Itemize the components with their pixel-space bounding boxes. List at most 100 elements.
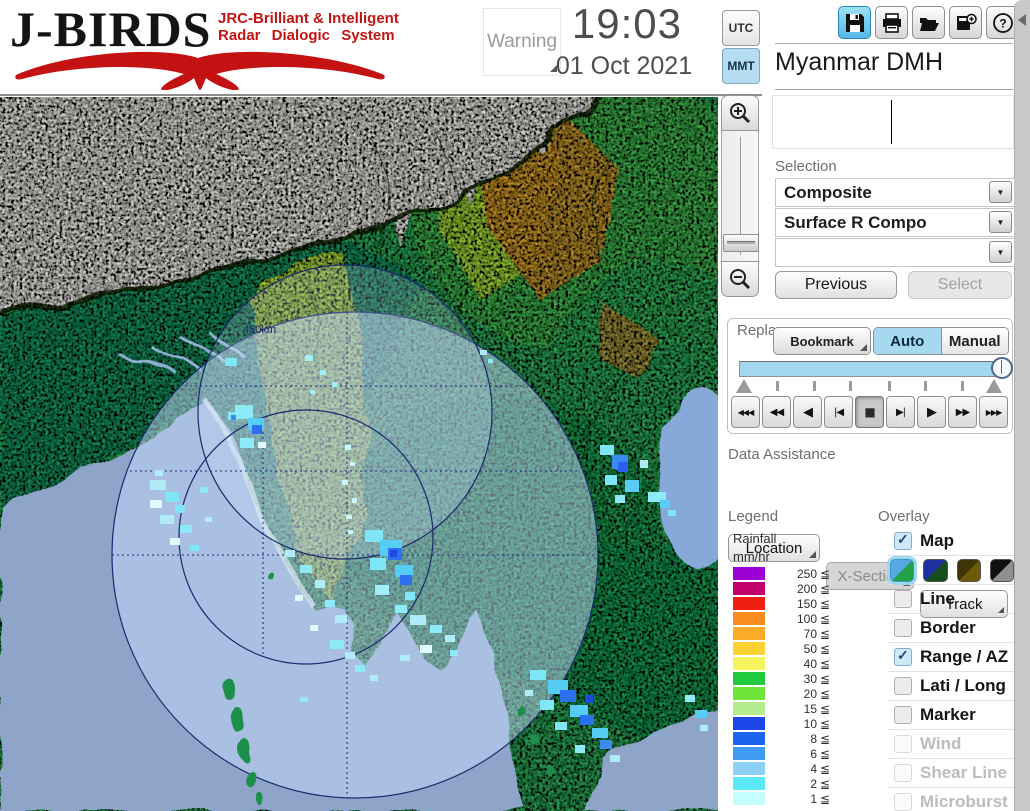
utc-label: UTC	[728, 21, 754, 35]
step-forward-button[interactable]: ▶|	[886, 396, 915, 428]
replay-slider-handle[interactable]	[991, 357, 1013, 379]
legend-color-swatch	[733, 777, 765, 790]
overlay-item-shear-line: ✓ Shear Line	[888, 759, 1014, 788]
step-back-button[interactable]: |◀	[824, 396, 853, 428]
legend-color-swatch	[733, 612, 765, 625]
slider-tick	[961, 381, 964, 391]
clock-time: 19:03	[571, 0, 682, 47]
mmt-label: MMT	[727, 59, 755, 73]
save-button[interactable]	[838, 6, 871, 39]
map-checkbox[interactable]: ✓	[894, 531, 912, 550]
replay-range-start-marker[interactable]	[736, 379, 752, 393]
map-style-dark-blue[interactable]	[923, 558, 948, 582]
range-ring-label: 450km	[243, 324, 276, 336]
microburst-checkbox: ✓	[894, 793, 912, 811]
legend-color-swatch	[733, 732, 765, 745]
line-checkbox[interactable]: ✓	[894, 590, 912, 608]
overlay-item-lati-long[interactable]: ✓ Lati / Long	[888, 672, 1014, 701]
border-checkbox[interactable]: ✓	[894, 619, 912, 637]
check-icon: ✓	[897, 647, 909, 663]
rewind-fast-button[interactable]: ◀◀◀	[731, 396, 760, 428]
overlay-item-marker[interactable]: ✓ Marker	[888, 701, 1014, 730]
replay-range-end-marker[interactable]	[986, 379, 1002, 393]
legend-color-swatch	[733, 687, 765, 700]
app-logo-subtitle: JRC-Brilliant & Intelligent Radar Dialog…	[218, 10, 399, 44]
play-button[interactable]: ▶	[917, 396, 946, 428]
chevron-down-icon[interactable]: ▼	[989, 181, 1012, 203]
site-list-divider	[891, 100, 892, 144]
rainfall-legend: 250 ≦ 200 ≦ 150 ≦ 100 ≦ 70 ≦ 50 ≦ 40 ≦ 30 ≦ 20 ≦ …	[733, 566, 830, 806]
site-name-label: Myanmar DMH	[775, 48, 944, 76]
legend-color-swatch	[733, 582, 765, 595]
logo-subtitle-line2: Radar Dialogic System	[218, 27, 395, 44]
option-dropdown[interactable]: ▼	[775, 238, 1015, 267]
map-style-olive[interactable]	[956, 558, 981, 582]
add-image-icon	[956, 13, 977, 30]
site-list-box[interactable]	[772, 95, 1014, 149]
add-image-button[interactable]	[949, 6, 982, 39]
zoom-out-button[interactable]	[721, 261, 759, 297]
timezone-mmt-button[interactable]: MMT	[722, 48, 760, 84]
map-style-gray[interactable]	[989, 558, 1014, 582]
timezone-utc-button[interactable]: UTC	[722, 10, 760, 46]
panel-collapse-arrow-icon[interactable]	[1018, 14, 1026, 26]
open-folder-button[interactable]	[912, 6, 945, 39]
stop-button[interactable]: ■	[855, 396, 884, 428]
manual-mode-button[interactable]: Manual	[940, 328, 1008, 354]
overlay-item-border[interactable]: ✓ Border	[888, 614, 1014, 643]
select-button[interactable]: Select	[908, 271, 1012, 299]
legend-color-swatch	[733, 747, 765, 760]
print-button[interactable]	[875, 6, 908, 39]
lati-long-checkbox[interactable]: ✓	[894, 677, 912, 695]
previous-button[interactable]: Previous	[775, 271, 897, 299]
chevron-down-icon[interactable]: ▼	[989, 241, 1012, 263]
legend-color-swatch	[733, 597, 765, 610]
toolbar: ?	[838, 6, 1019, 39]
slider-tick	[924, 381, 927, 391]
legend-row: 4 ≦	[733, 761, 830, 776]
rewind-button[interactable]: ◀◀	[762, 396, 791, 428]
category-dropdown[interactable]: Composite ▼	[775, 178, 1015, 207]
legend-row: 8 ≦	[733, 731, 830, 746]
replay-progress-slider[interactable]	[739, 357, 1013, 379]
radar-map-canvas[interactable]: 450km	[0, 77, 785, 811]
legend-row: 15 ≦	[733, 701, 830, 716]
play-backward-button[interactable]: ◀	[793, 396, 822, 428]
selection-title: Selection	[775, 158, 837, 175]
legend-color-swatch	[733, 702, 765, 715]
overlay-item-microburst: ✓ Microburst	[888, 788, 1014, 811]
forward-button[interactable]: ▶▶	[948, 396, 977, 428]
overlay-item-wind: ✓ Wind	[888, 730, 1014, 759]
zoom-slider-track[interactable]	[721, 131, 759, 261]
radar-map[interactable]: 450km	[0, 77, 785, 811]
legend-row: 150 ≦	[733, 596, 830, 611]
bookmark-button[interactable]: Bookmark	[773, 327, 871, 355]
shear-line-checkbox: ✓	[894, 764, 912, 782]
legend-color-swatch	[733, 762, 765, 775]
slider-tick	[849, 381, 852, 391]
replay-group: Replay Bookmark Auto Manual ◀◀◀ ◀◀ ◀ |◀ …	[727, 318, 1013, 434]
overlay-item-range-az[interactable]: ✓ Range / AZ	[888, 643, 1014, 672]
svg-text:?: ?	[999, 16, 1006, 30]
map-style-terrain-color[interactable]	[890, 558, 915, 582]
panel-collapse-strip[interactable]	[1014, 0, 1030, 811]
legend-unit-line1: Rainfall	[733, 531, 777, 546]
chevron-down-icon[interactable]: ▼	[989, 211, 1012, 233]
overlay-item-line[interactable]: ✓ Line	[888, 585, 1014, 614]
legend-row: 1 ≦	[733, 791, 830, 806]
auto-mode-button[interactable]: Auto	[874, 328, 941, 354]
zoom-in-button[interactable]	[721, 95, 759, 131]
product-dropdown[interactable]: Surface R Compo ▼	[775, 208, 1015, 237]
legend-row: 30 ≦	[733, 671, 830, 686]
legend-color-swatch	[733, 792, 765, 805]
slider-tick	[776, 381, 779, 391]
legend-row: 20 ≦	[733, 686, 830, 701]
range-az-checkbox[interactable]: ✓	[894, 647, 912, 666]
site-separator	[775, 89, 1013, 90]
slider-tick	[813, 381, 816, 391]
forward-fast-button[interactable]: ▶▶▶	[979, 396, 1008, 428]
zoom-slider-handle[interactable]	[723, 234, 759, 252]
marker-checkbox[interactable]: ✓	[894, 706, 912, 724]
overlay-item-map[interactable]: ✓ Map	[888, 527, 1014, 556]
legend-color-swatch	[733, 642, 765, 655]
